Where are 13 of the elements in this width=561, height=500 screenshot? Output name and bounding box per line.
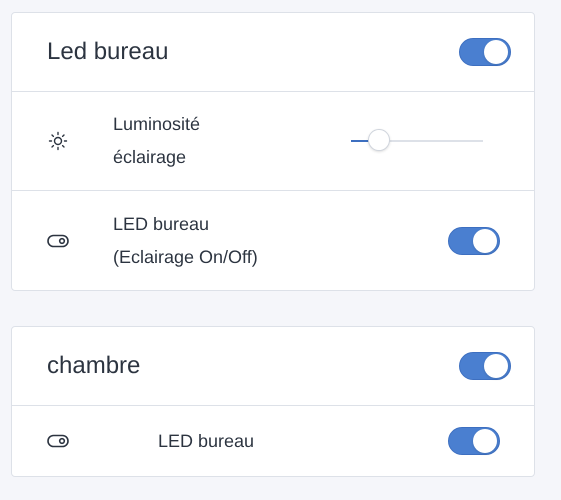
row-label: LED bureau (158, 430, 256, 452)
toggle-icon (47, 434, 69, 448)
toggle-switch[interactable] (459, 38, 511, 66)
toggle-icon (47, 234, 69, 248)
row-label: LED bureau (Eclairage On/Off) (113, 212, 259, 269)
toggle-switch[interactable] (448, 226, 500, 254)
card-title: chambre (47, 351, 140, 381)
brightness-icon (48, 131, 68, 151)
toggle-switch[interactable] (448, 427, 500, 455)
toggle-switch[interactable] (459, 352, 511, 380)
brightness-slider[interactable] (351, 129, 483, 153)
row-label: Luminosité éclairage (113, 113, 202, 169)
card-title: Led bureau (47, 37, 168, 67)
